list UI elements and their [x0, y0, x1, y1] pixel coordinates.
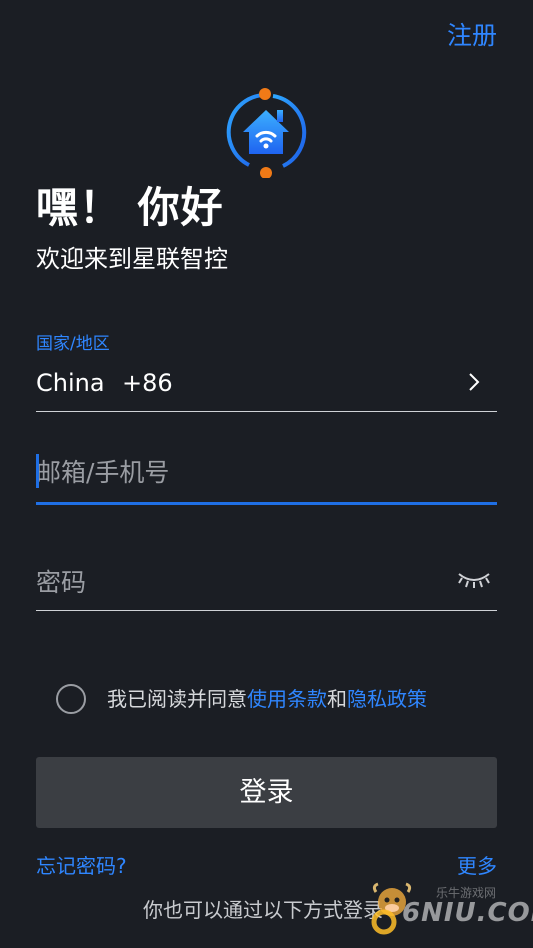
greeting-title: 嘿！ 你好 — [36, 183, 224, 232]
email-input[interactable] — [36, 452, 476, 492]
privacy-link[interactable]: 隐私政策 — [347, 687, 427, 711]
agreement-prefix: 我已阅读并同意 — [107, 687, 247, 711]
password-field — [36, 556, 497, 611]
watermark-main-text: 6NIU.COM — [402, 898, 533, 928]
agreement-conjunction: 和 — [327, 687, 347, 711]
chevron-right-icon — [469, 373, 480, 391]
agreement-text: 我已阅读并同意使用条款和隐私政策 — [107, 684, 427, 714]
login-screen: 注册 嘿！ 你好 欢迎来到星联智控 国家/地区 China +86 邮箱/手机号… — [0, 0, 533, 948]
country-code: +86 — [122, 369, 173, 397]
smart-home-logo-icon — [226, 88, 307, 178]
forgot-password-link[interactable]: 忘记密码? — [36, 852, 127, 880]
country-name: China — [36, 369, 105, 397]
country-label: 国家/地区 — [36, 334, 110, 354]
email-field — [36, 446, 497, 505]
register-link[interactable]: 注册 — [447, 16, 497, 52]
agree-radio-button[interactable] — [56, 684, 86, 714]
alt-login-text: 你也可以通过以下方式登录 — [143, 898, 383, 922]
welcome-subtitle: 欢迎来到星联智控 — [36, 245, 228, 273]
terms-link[interactable]: 使用条款 — [247, 687, 327, 711]
country-selector[interactable]: China +86 — [36, 363, 497, 412]
text-cursor — [36, 454, 39, 488]
password-input[interactable] — [36, 562, 436, 602]
login-button[interactable]: 登录 — [36, 757, 497, 828]
eye-closed-icon[interactable] — [457, 568, 491, 590]
watermark-logo: 乐牛游戏网 6NIU.COM — [362, 870, 533, 942]
agreement-row: 我已阅读并同意使用条款和隐私政策 — [56, 684, 476, 716]
